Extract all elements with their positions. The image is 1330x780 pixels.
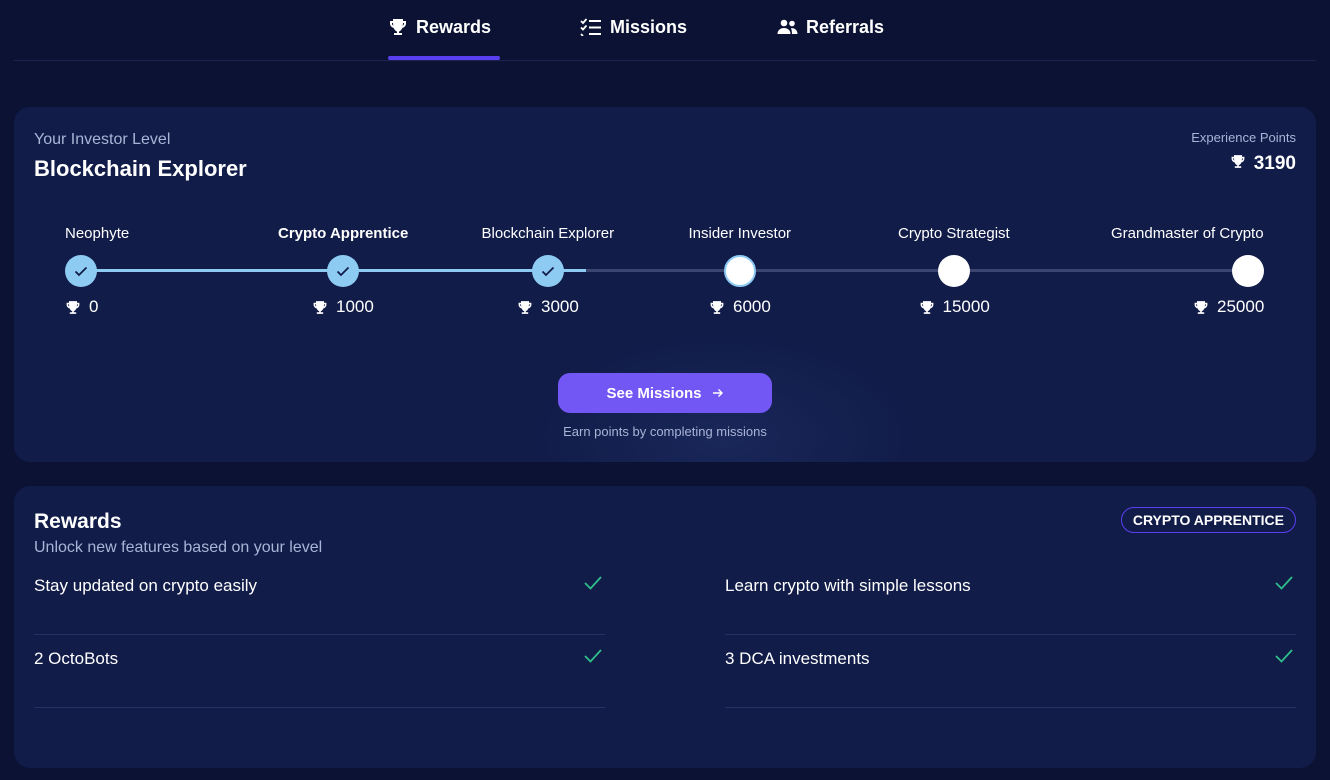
experience-points-label: Experience Points: [1191, 130, 1296, 145]
reward-item: Learn crypto with simple lessons: [725, 562, 1296, 635]
tab-rewards[interactable]: Rewards: [388, 14, 491, 40]
rewards-subtitle: Unlock new features based on your level: [34, 539, 323, 556]
milestone-dot: [938, 255, 970, 287]
tab-missions-label: Missions: [610, 16, 688, 37]
tab-missions[interactable]: Missions: [580, 14, 687, 40]
arrow-right-icon: [712, 385, 724, 402]
reward-item-text: 3 DCA investments: [725, 649, 870, 668]
users-icon: [777, 19, 798, 35]
current-level-badge: CRYPTO APPRENTICE: [1120, 507, 1296, 533]
missions-hint: Earn points by completing missions: [563, 424, 767, 439]
trophy-icon: [388, 18, 408, 36]
milestone-points: 6000: [709, 297, 771, 317]
reward-item: 2 OctoBots: [34, 635, 605, 708]
tab-referrals-label: Referrals: [806, 16, 885, 37]
tab-rewards-label: Rewards: [416, 16, 492, 37]
rewards-card: Rewards Unlock new features based on you…: [14, 486, 1316, 768]
milestone-name: Crypto Apprentice: [278, 225, 409, 242]
milestone-points-value: 3000: [541, 297, 579, 316]
milestone-name: Insider Investor: [688, 225, 792, 242]
tab-bar: Rewards Missions Referrals: [0, 0, 1330, 61]
milestone-points: 25000: [1193, 297, 1264, 317]
milestone-points: 3000: [517, 297, 579, 317]
milestone-points: 0: [65, 297, 98, 317]
trophy-icon: [65, 300, 81, 315]
trophy-icon: [1193, 300, 1209, 315]
milestone-completed-dot: [65, 255, 97, 287]
milestone-name: Grandmaster of Crypto: [1111, 225, 1264, 242]
level-name: Blockchain Explorer: [34, 156, 247, 181]
experience-points-value: 3190: [1230, 153, 1296, 175]
milestone-name: Neophyte: [65, 225, 130, 242]
milestone-completed-dot: [532, 255, 564, 287]
checklist-icon: [580, 18, 602, 36]
milestone-points-value: 1000: [336, 297, 374, 316]
milestone-points-value: 25000: [1217, 297, 1265, 316]
milestone-points: 15000: [919, 297, 990, 317]
check-icon: [336, 266, 350, 277]
tab-referrals[interactable]: Referrals: [777, 14, 884, 40]
check-icon: [583, 648, 603, 669]
trophy-icon: [517, 300, 533, 315]
level-label: Your Investor Level: [34, 131, 171, 148]
reward-item: 3 DCA investments: [725, 635, 1296, 708]
milestone-dot: [1232, 255, 1264, 287]
trophy-icon: [312, 300, 328, 315]
rewards-title: Rewards: [34, 510, 122, 533]
milestone-points-value: 15000: [942, 297, 990, 316]
milestone-points: 1000: [312, 297, 374, 317]
check-icon: [74, 266, 88, 277]
milestone-completed-dot: [327, 255, 359, 287]
tab-divider: [14, 60, 1316, 61]
trophy-icon: [709, 300, 725, 315]
see-missions-label: See Missions: [606, 384, 702, 402]
check-icon: [583, 575, 603, 596]
reward-item: Stay updated on crypto easily: [34, 562, 605, 635]
reward-item-text: Stay updated on crypto easily: [34, 576, 258, 595]
milestone-dot: [724, 255, 756, 287]
investor-level-card: Your Investor Level Blockchain Explorer …: [14, 107, 1316, 462]
check-icon: [541, 266, 555, 277]
trophy-icon: [1230, 153, 1246, 175]
check-icon: [1274, 648, 1294, 669]
experience-points-number: 3190: [1253, 153, 1296, 174]
milestone-name: Blockchain Explorer: [481, 225, 615, 242]
trophy-icon: [919, 300, 935, 315]
see-missions-button[interactable]: See Missions: [558, 373, 772, 413]
milestone-name: Crypto Strategist: [898, 225, 1010, 242]
reward-item-text: Learn crypto with simple lessons: [725, 576, 971, 595]
milestone-points-value: 6000: [733, 297, 771, 316]
reward-item-text: 2 OctoBots: [34, 649, 119, 668]
check-icon: [1274, 575, 1294, 596]
milestone-points-value: 0: [89, 297, 99, 316]
